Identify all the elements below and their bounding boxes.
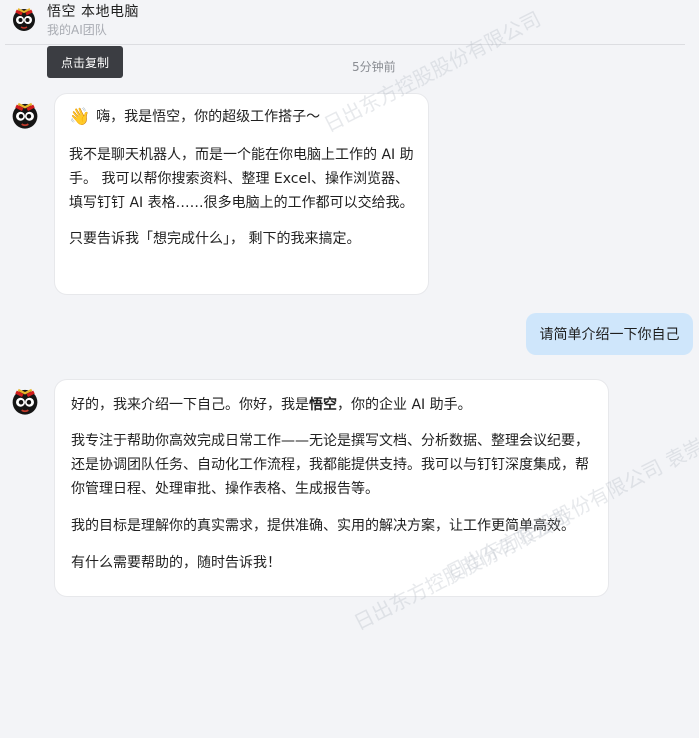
greeting-text: 嗨，我是悟空，你的超级工作搭子～ — [96, 109, 321, 125]
message-timestamp: 5分钟前 — [352, 60, 396, 74]
goal-paragraph: 我的目标是理解你的真实需求，提供准确、实用的解决方案，让工作更简单高效。 — [71, 518, 575, 534]
capabilities-paragraph: 我专注于帮助你高效完成日常工作——无论是撰写文档、分析数据、整理会议纪要，还是协… — [71, 433, 589, 497]
welcome-closing: 只要告诉我「想完成什么」， 剩下的我来搞定。 — [69, 231, 361, 247]
bot-avatar[interactable] — [7, 382, 43, 418]
welcome-paragraph: 我不是聊天机器人，而是一个能在你电脑上工作的 AI 助手。 我可以帮你搜索资料、… — [69, 147, 414, 211]
intro-line: 好的，我来介绍一下自己。你好，我是悟空，你的企业 AI 助手。 — [71, 393, 592, 417]
wukong-avatar[interactable] — [8, 2, 40, 34]
closing-paragraph: 有什么需要帮助的，随时告诉我！ — [71, 555, 281, 571]
user-message: 请简单介绍一下你自己 — [526, 313, 693, 355]
chat-header: 悟空 本地电脑 我的AI团队 — [0, 0, 699, 44]
copy-tooltip[interactable]: 点击复制 — [47, 46, 123, 78]
chat-title: 悟空 本地电脑 — [47, 4, 139, 20]
intro-text-end: ，你的企业 AI 助手。 — [337, 397, 472, 413]
assistant-name: 悟空 — [309, 397, 337, 413]
wave-icon: 👋 — [69, 107, 91, 127]
intro-text: 好的，我来介绍一下自己。你好，我是 — [71, 397, 309, 413]
greeting-line: 👋 嗨，我是悟空，你的超级工作搭子～ — [69, 105, 414, 129]
bot-message-intro: 好的，我来介绍一下自己。你好，我是悟空，你的企业 AI 助手。 我专注于帮助你高… — [55, 380, 608, 596]
bot-avatar[interactable] — [7, 96, 43, 132]
header-divider — [5, 44, 685, 45]
chat-subtitle: 我的AI团队 — [47, 23, 107, 37]
bot-message-welcome: 👋 嗨，我是悟空，你的超级工作搭子～ 我不是聊天机器人，而是一个能在你电脑上工作… — [55, 94, 428, 294]
